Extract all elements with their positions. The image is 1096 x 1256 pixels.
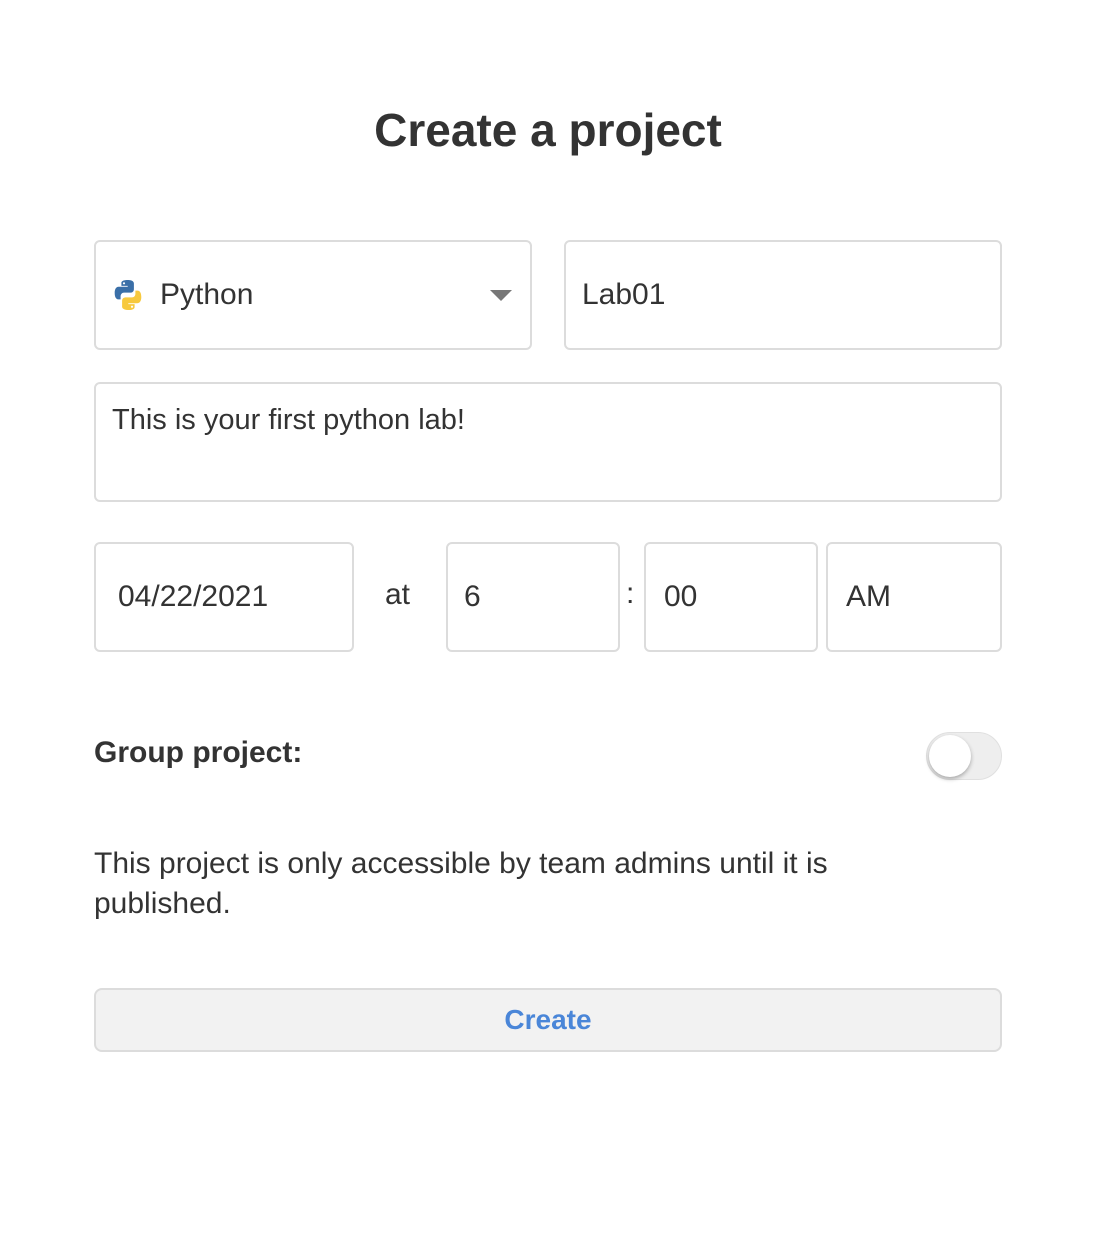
minute-input[interactable]: 00	[644, 542, 818, 652]
create-project-modal: Create a project Python Lab01 This is yo…	[0, 0, 1096, 1256]
language-select-value: Python	[160, 278, 254, 311]
at-label: at	[385, 578, 411, 611]
description-value: This is your first python lab!	[112, 404, 465, 436]
am-pm-value: AM	[846, 580, 891, 613]
visibility-info-text: This project is only accessible by team …	[94, 847, 828, 920]
group-project-label: Group project:	[94, 736, 303, 769]
minute-value: 00	[664, 580, 698, 613]
description-textarea[interactable]: This is your first python lab!	[94, 382, 1002, 502]
hour-value: 6	[464, 580, 481, 613]
group-project-toggle[interactable]	[926, 732, 1002, 780]
date-input[interactable]: 04/22/2021	[94, 542, 354, 652]
language-select[interactable]: Python	[94, 240, 532, 350]
chevron-down-icon[interactable]	[490, 290, 512, 301]
am-pm-select[interactable]: AM	[826, 542, 1002, 652]
python-logo-icon	[110, 277, 146, 313]
project-name-value: Lab01	[582, 278, 666, 311]
project-name-input[interactable]: Lab01	[564, 240, 1002, 350]
date-value: 04/22/2021	[118, 580, 269, 613]
create-button[interactable]: Create	[94, 988, 1002, 1052]
toggle-knob	[929, 735, 971, 777]
hour-input[interactable]: 6	[446, 542, 620, 652]
time-separator: :	[626, 577, 635, 610]
modal-title: Create a project	[374, 104, 722, 156]
